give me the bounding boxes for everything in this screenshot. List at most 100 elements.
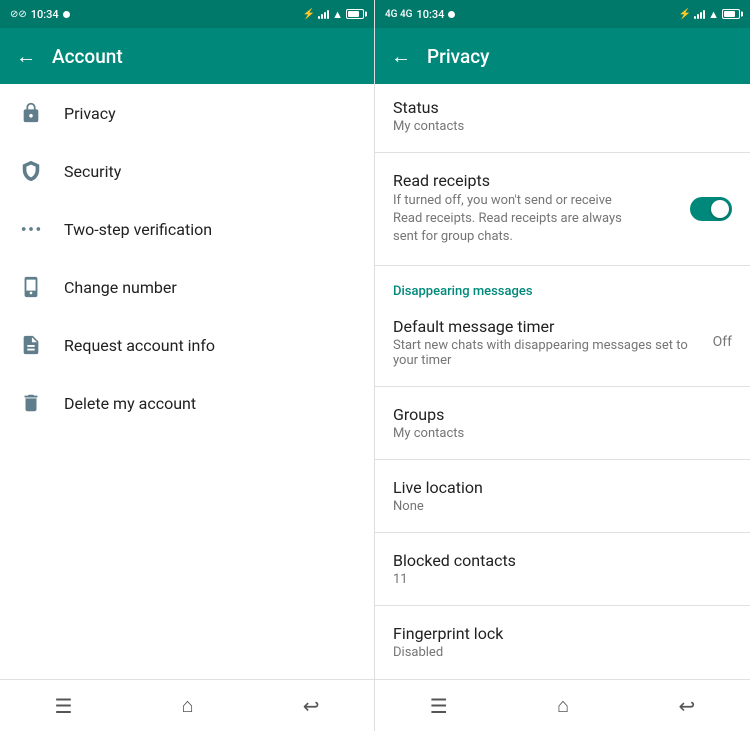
status-time: 10:34 <box>31 8 59 21</box>
signal-bar-2 <box>321 14 323 19</box>
groups-content: Groups My contacts <box>393 405 464 441</box>
privacy-battery-fill <box>724 11 735 17</box>
privacy-item-groups[interactable]: Groups My contacts <box>375 391 750 455</box>
fingerprint-sub: Disabled <box>393 645 503 660</box>
read-receipts-content: Read receipts If turned off, you won't s… <box>393 171 633 247</box>
delete-account-label: Delete my account <box>64 394 196 413</box>
signal-bar-3 <box>324 12 326 19</box>
signal-bar-2 <box>697 14 699 19</box>
privacy-item-read-receipts[interactable]: Read receipts If turned off, you won't s… <box>375 157 750 261</box>
account-menu-list: Privacy Security Two-step verification <box>0 84 374 679</box>
status-bar-left: ⊘⊘ 10:34 <box>10 8 70 21</box>
change-number-label: Change number <box>64 278 177 297</box>
privacy-status-left: 4G 4G 10:34 <box>385 8 455 21</box>
signal-bar-1 <box>694 16 696 19</box>
privacy-nav-bar: ☰ ⌂ ↩ <box>375 679 750 731</box>
read-receipts-sub: If turned off, you won't send or receive… <box>393 192 633 247</box>
privacy-header: ← Privacy <box>375 28 750 84</box>
privacy-nav-back-icon[interactable]: ↩ <box>679 694 696 718</box>
account-nav-home-icon[interactable]: ⌂ <box>182 693 194 718</box>
privacy-nav-home-icon[interactable]: ⌂ <box>557 693 569 718</box>
privacy-status-right: ⚡ ▲ <box>679 8 740 21</box>
account-nav-back-icon[interactable]: ↩ <box>303 694 320 718</box>
privacy-nav-menu-icon[interactable]: ☰ <box>430 694 448 718</box>
account-nav-menu-icon[interactable]: ☰ <box>55 694 73 718</box>
privacy-item-live-location[interactable]: Live location None <box>375 464 750 528</box>
privacy-list: Status My contacts Read receipts If turn… <box>375 84 750 679</box>
status-content: Status My contacts <box>393 98 464 134</box>
blocked-contacts-sub: 11 <box>393 572 516 587</box>
privacy-title: Privacy <box>427 45 489 68</box>
account-header: ← Account <box>0 28 374 84</box>
battery-icon <box>346 9 364 19</box>
privacy-item-default-timer[interactable]: Default message timer Start new chats wi… <box>375 303 750 382</box>
fingerprint-title: Fingerprint lock <box>393 624 503 643</box>
privacy-panel: 4G 4G 10:34 ⚡ ▲ ← Privacy Status <box>375 0 750 731</box>
signal-bar-1 <box>318 16 320 19</box>
live-location-content: Live location None <box>393 478 483 514</box>
privacy-back-button[interactable]: ← <box>391 44 411 69</box>
signal-bars <box>318 9 329 19</box>
request-info-label: Request account info <box>64 336 215 355</box>
divider-1 <box>375 152 750 153</box>
privacy-battery-icon <box>722 9 740 19</box>
divider-3 <box>375 386 750 387</box>
privacy-item-status[interactable]: Status My contacts <box>375 84 750 148</box>
change-number-icon <box>18 274 44 300</box>
timer-title: Default message timer <box>393 317 713 336</box>
read-receipts-title: Read receipts <box>393 171 633 190</box>
security-icon <box>18 158 44 184</box>
privacy-item-blocked-contacts[interactable]: Blocked contacts 11 <box>375 537 750 601</box>
privacy-status-time: 10:34 <box>416 8 444 21</box>
timer-content: Default message timer Start new chats wi… <box>393 317 713 368</box>
menu-item-request-info[interactable]: Request account info <box>0 316 374 374</box>
privacy-icon <box>18 100 44 126</box>
battery-fill <box>348 11 359 17</box>
account-title: Account <box>52 45 123 68</box>
signal-bar-3 <box>700 12 702 19</box>
menu-item-two-step[interactable]: Two-step verification <box>0 200 374 258</box>
two-step-label: Two-step verification <box>64 220 212 239</box>
signal-bar-4 <box>703 10 705 19</box>
read-receipts-toggle[interactable] <box>690 197 732 221</box>
status-sub: My contacts <box>393 119 464 134</box>
divider-5 <box>375 532 750 533</box>
status-title: Status <box>393 98 464 117</box>
privacy-status-dot <box>448 11 455 18</box>
account-back-button[interactable]: ← <box>16 44 36 69</box>
privacy-wifi-icon: ▲ <box>708 8 719 21</box>
account-status-bar: ⊘⊘ 10:34 ⚡ ▲ <box>0 0 374 28</box>
privacy-item-fingerprint-lock[interactable]: Fingerprint lock Disabled <box>375 610 750 674</box>
status-bar-right: ⚡ ▲ <box>303 8 364 21</box>
privacy-signal-bars <box>694 9 705 19</box>
status-dot <box>63 11 70 18</box>
privacy-status-bar: 4G 4G 10:34 ⚡ ▲ <box>375 0 750 28</box>
signal-text: ⊘⊘ <box>10 9 27 20</box>
two-step-icon <box>18 216 44 242</box>
blocked-contacts-content: Blocked contacts 11 <box>393 551 516 587</box>
privacy-label: Privacy <box>64 104 116 123</box>
fingerprint-content: Fingerprint lock Disabled <box>393 624 503 660</box>
groups-title: Groups <box>393 405 464 424</box>
bluetooth-icon: ⚡ <box>303 9 315 20</box>
blocked-contacts-title: Blocked contacts <box>393 551 516 570</box>
divider-2 <box>375 265 750 266</box>
signal-bar-4 <box>327 10 329 19</box>
request-info-icon <box>18 332 44 358</box>
delete-account-icon <box>18 390 44 416</box>
groups-sub: My contacts <box>393 426 464 441</box>
menu-item-delete-account[interactable]: Delete my account <box>0 374 374 432</box>
timer-value: Off <box>713 334 732 350</box>
wifi-icon: ▲ <box>332 8 343 21</box>
privacy-signal-text: 4G 4G <box>385 9 412 20</box>
menu-item-security[interactable]: Security <box>0 142 374 200</box>
timer-sub: Start new chats with disappearing messag… <box>393 338 713 368</box>
live-location-title: Live location <box>393 478 483 497</box>
menu-item-privacy[interactable]: Privacy <box>0 84 374 142</box>
divider-4 <box>375 459 750 460</box>
security-label: Security <box>64 162 121 181</box>
account-nav-bar: ☰ ⌂ ↩ <box>0 679 374 731</box>
account-panel: ⊘⊘ 10:34 ⚡ ▲ ← Account <box>0 0 375 731</box>
live-location-sub: None <box>393 499 483 514</box>
menu-item-change-number[interactable]: Change number <box>0 258 374 316</box>
